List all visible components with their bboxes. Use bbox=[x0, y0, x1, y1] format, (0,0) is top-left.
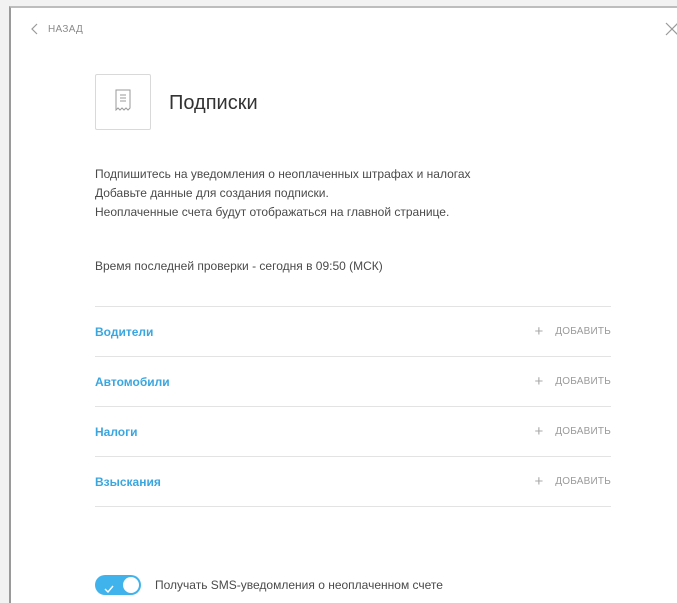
subscription-sections: Водители + ДОБАВИТЬ Автомобили + ДОБАВИТ… bbox=[95, 306, 611, 507]
checkmark-icon bbox=[104, 580, 114, 598]
close-icon bbox=[665, 22, 677, 36]
last-check-text: Время последней проверки - сегодня в 09:… bbox=[95, 259, 383, 273]
section-collections: Взыскания + ДОБАВИТЬ bbox=[95, 457, 611, 507]
chevron-left-icon bbox=[31, 23, 38, 35]
description-line: Добавьте данные для создания подписки. bbox=[95, 186, 329, 200]
add-car-button[interactable]: + ДОБАВИТЬ bbox=[535, 374, 611, 389]
sms-toggle-label: Получать SMS-уведомления о неоплаченном … bbox=[155, 578, 443, 592]
add-label: ДОБАВИТЬ bbox=[555, 376, 611, 387]
section-drivers-label[interactable]: Водители bbox=[95, 325, 153, 339]
section-collections-label[interactable]: Взыскания bbox=[95, 475, 161, 489]
add-label: ДОБАВИТЬ bbox=[555, 426, 611, 437]
close-button[interactable] bbox=[665, 22, 677, 36]
add-tax-button[interactable]: + ДОБАВИТЬ bbox=[535, 424, 611, 439]
add-driver-button[interactable]: + ДОБАВИТЬ bbox=[535, 324, 611, 339]
subscriptions-panel: НАЗАД Подписки Подпишитесь на уведомлени… bbox=[9, 6, 677, 603]
plus-icon: + bbox=[534, 323, 544, 340]
toggle-knob bbox=[123, 577, 139, 593]
description: Подпишитесь на уведомления о неоплаченны… bbox=[95, 165, 471, 222]
back-label: НАЗАД bbox=[48, 23, 84, 35]
sms-toggle[interactable] bbox=[95, 575, 141, 595]
page-title: Подписки bbox=[169, 92, 258, 114]
document-icon bbox=[115, 89, 131, 116]
add-label: ДОБАВИТЬ bbox=[555, 326, 611, 337]
plus-icon: + bbox=[534, 473, 544, 490]
section-taxes: Налоги + ДОБАВИТЬ bbox=[95, 407, 611, 457]
back-button[interactable]: НАЗАД bbox=[31, 23, 83, 35]
description-line: Неоплаченные счета будут отображаться на… bbox=[95, 205, 450, 219]
plus-icon: + bbox=[534, 373, 544, 390]
subscriptions-icon-box bbox=[95, 74, 151, 130]
add-label: ДОБАВИТЬ bbox=[555, 476, 611, 487]
section-drivers: Водители + ДОБАВИТЬ bbox=[95, 307, 611, 357]
add-collection-button[interactable]: + ДОБАВИТЬ bbox=[535, 474, 611, 489]
section-cars: Автомобили + ДОБАВИТЬ bbox=[95, 357, 611, 407]
section-taxes-label[interactable]: Налоги bbox=[95, 425, 138, 439]
description-line: Подпишитесь на уведомления о неоплаченны… bbox=[95, 167, 471, 181]
sms-notification-row: Получать SMS-уведомления о неоплаченном … bbox=[95, 575, 443, 595]
plus-icon: + bbox=[534, 423, 544, 440]
section-cars-label[interactable]: Автомобили bbox=[95, 375, 170, 389]
